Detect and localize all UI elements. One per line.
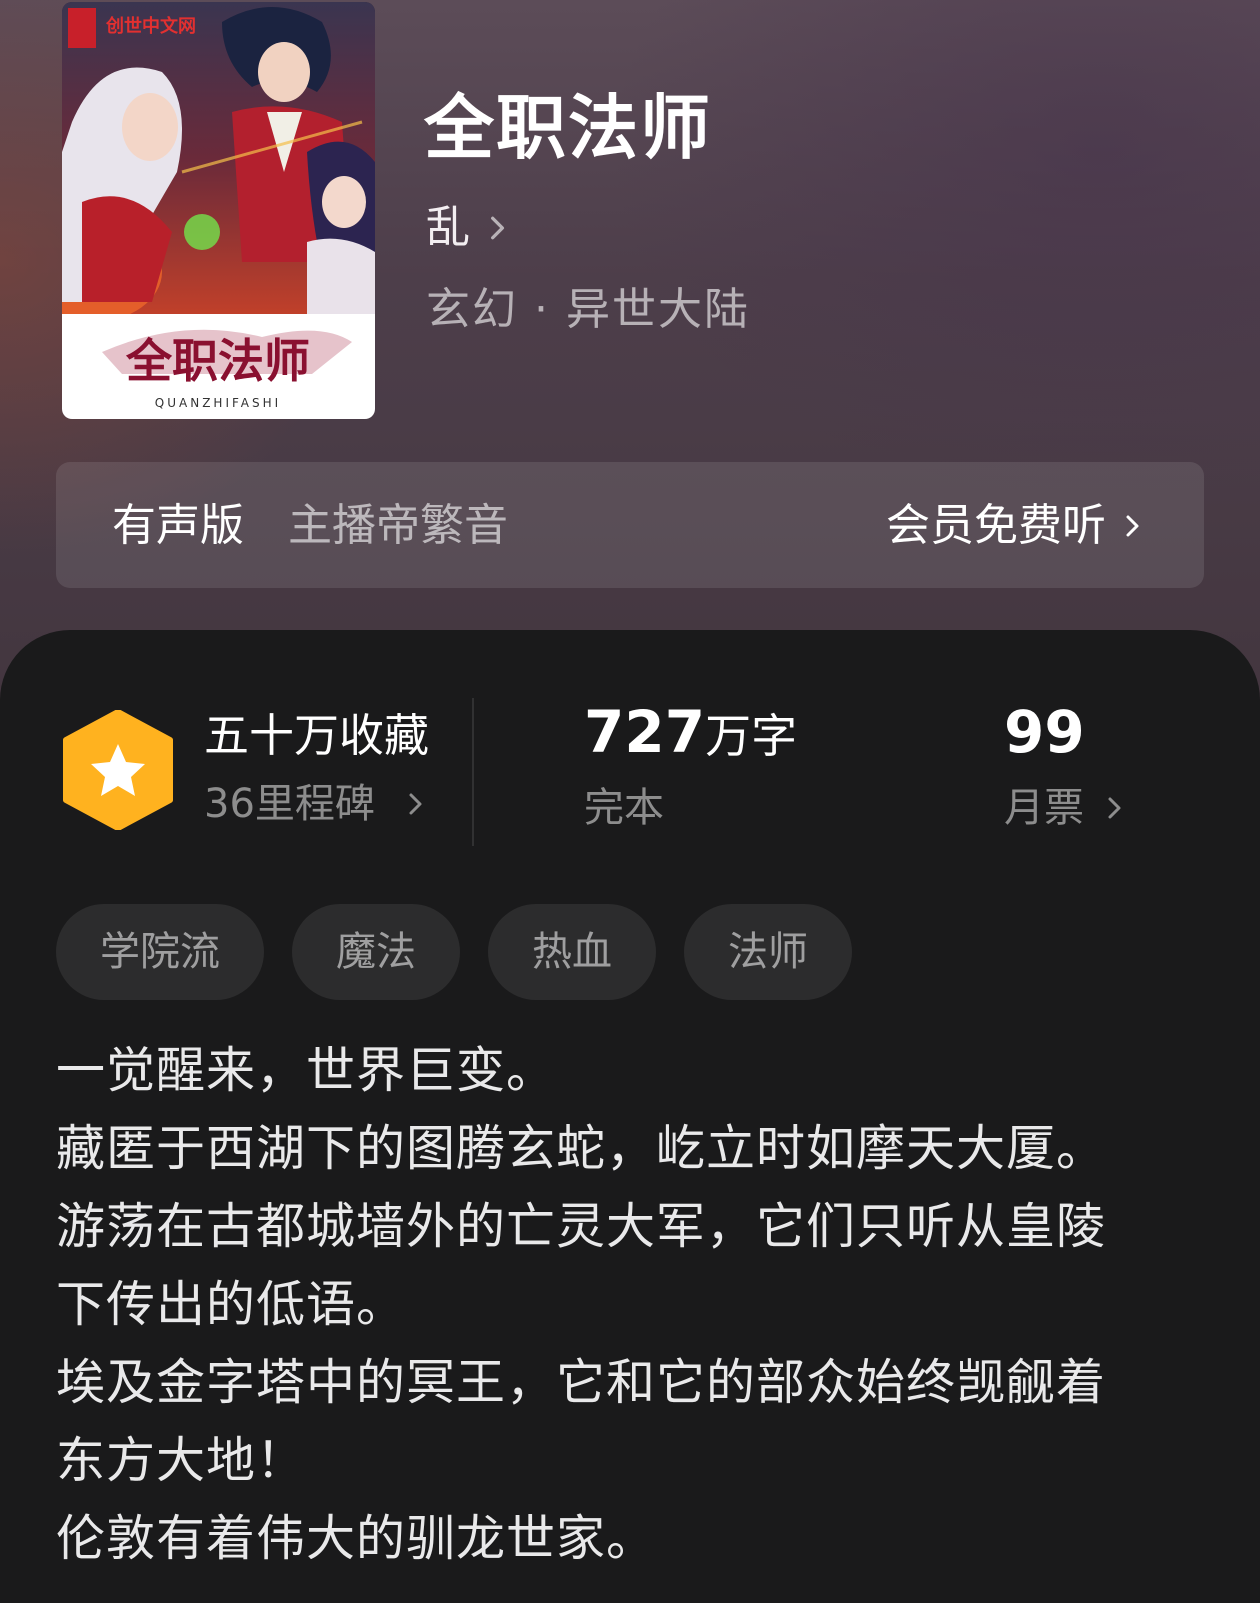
description-line: 下传出的低语。 [56, 1276, 407, 1333]
audio-host: 主播帝繁音 [288, 500, 508, 551]
description-line: 伦敦有着伟大的驯龙世家。 [56, 1510, 657, 1567]
favorites-count: 五十万收藏 [204, 709, 430, 762]
word-count-unit: 万字 [705, 709, 798, 763]
chevron-right-icon [1108, 797, 1121, 819]
book-title: 全职法师 [424, 86, 712, 169]
book-header: 创世中文网 全职法师 QUANZHIFASHI 全职法师 乱 玄幻 · 异世大陆… [0, 0, 1260, 700]
description-line: 一觉醒来，世界巨变。 [56, 1042, 557, 1099]
monthly-ticket-label: 月票 [1004, 785, 1084, 831]
audio-label: 有声版 [112, 500, 244, 551]
word-count: 727万字 [584, 700, 797, 768]
word-count-number: 727 [584, 698, 706, 766]
star-badge-icon [63, 710, 173, 830]
cover-subtitle: QUANZHIFASHI [155, 396, 281, 410]
tag-chip[interactable]: 热血 [488, 904, 656, 1000]
vip-free-listen-label: 会员免费听 [886, 500, 1106, 551]
description-line: 藏匿于西湖下的图腾玄蛇，屹立时如摩天大厦。 [56, 1120, 1107, 1177]
author-link[interactable]: 乱 [426, 200, 510, 256]
monthly-ticket-count: 99 [1004, 698, 1085, 766]
description-line: 东方大地！ [56, 1432, 307, 1489]
description-line: 游荡在古都城墙外的亡灵大军，它们只听从皇陵 [56, 1198, 1107, 1255]
book-status: 完本 [584, 785, 664, 831]
chevron-right-icon [409, 793, 422, 815]
book-detail-panel: 五十万收藏 36里程碑 727万字 完本 99 月票 学院流 魔法 热血 法师 … [0, 630, 1260, 1603]
book-cover[interactable]: 创世中文网 全职法师 QUANZHIFASHI [62, 2, 375, 419]
milestones-label: 36里程碑 [204, 781, 375, 827]
tag-chip[interactable]: 法师 [684, 904, 852, 1000]
publisher-logo: 创世中文网 [105, 15, 196, 36]
tag-chip[interactable]: 魔法 [292, 904, 460, 1000]
cover-title: 全职法师 [125, 334, 310, 388]
vip-free-listen-button[interactable]: 会员免费听 [886, 498, 1144, 554]
chevron-right-icon [491, 216, 505, 240]
book-description[interactable]: 一觉醒来，世界巨变。 藏匿于西湖下的图腾玄蛇，屹立时如摩天大厦。 游荡在古都城墙… [56, 1032, 1206, 1578]
stats-divider [472, 698, 474, 846]
milestones-link[interactable]: 36里程碑 [204, 778, 427, 830]
audio-version-bar[interactable]: 有声版 主播帝繁音 会员免费听 [56, 462, 1204, 588]
monthly-ticket-link[interactable]: 月票 [1004, 782, 1126, 834]
book-genre: 玄幻 · 异世大陆 [426, 284, 750, 335]
tag-chip[interactable]: 学院流 [56, 904, 264, 1000]
tag-list: 学院流 魔法 热血 法师 [56, 904, 852, 1000]
author-name: 乱 [426, 202, 470, 253]
cover-illustration: 创世中文网 全职法师 QUANZHIFASHI [62, 2, 375, 419]
chevron-right-icon [1126, 515, 1139, 537]
description-line: 埃及金字塔中的冥王，它和它的部众始终觊觎着 [56, 1354, 1107, 1411]
